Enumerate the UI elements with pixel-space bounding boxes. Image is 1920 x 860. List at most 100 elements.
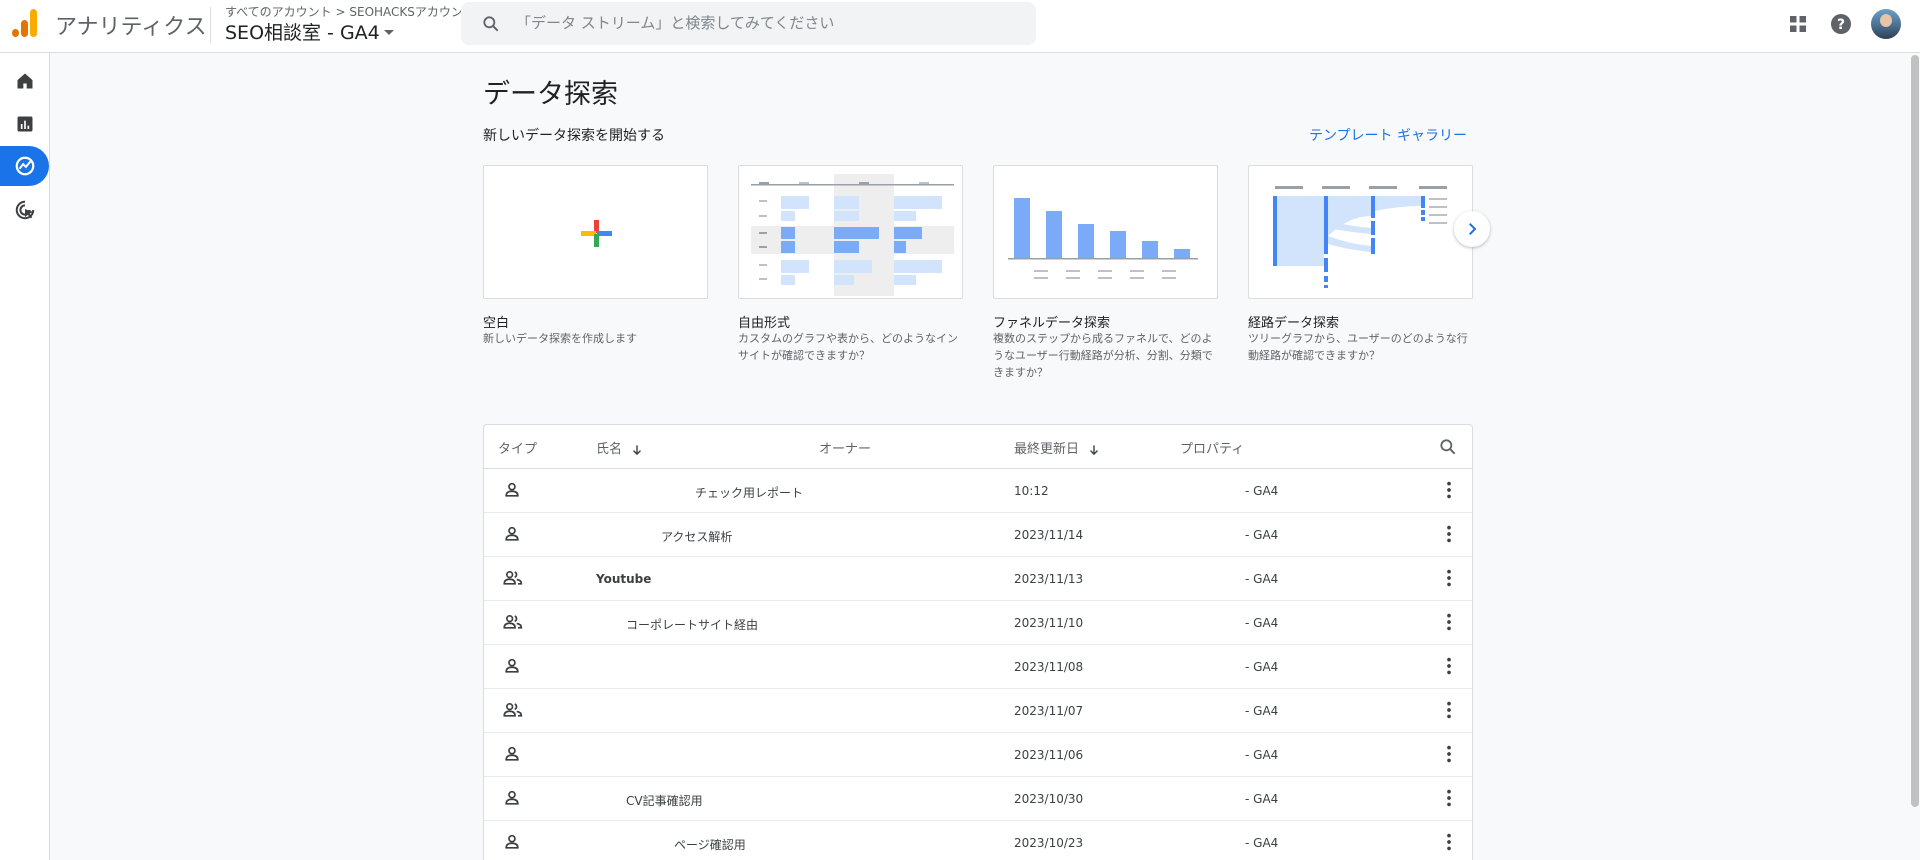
row-name[interactable]: Youtube [596,572,651,586]
col-updated[interactable]: 最終更新日 [1014,438,1101,457]
person-icon [505,790,519,805]
row-property: - GA4 [1245,836,1279,850]
template-title-freeform: 自由形式 [738,316,791,331]
row-property: - GA4 [1245,572,1279,586]
nav-reports[interactable] [0,104,49,144]
divider [210,7,211,43]
more-vert-icon[interactable] [1438,523,1460,545]
person-icon [505,834,519,849]
left-nav [0,53,50,860]
template-desc-path: ツリーグラフから、ユーザーのどのような行動経路が確認できますか？ [1248,332,1468,362]
explore-icon [15,156,34,176]
row-date: 2023/11/08 [1014,660,1084,674]
row-name[interactable]: コーポレートサイト経由 [626,616,758,633]
analytics-logo-icon[interactable] [12,9,38,37]
plus-icon [581,220,612,247]
path-tree-icon [1273,186,1447,288]
row-property: - GA4 [1245,660,1279,674]
more-vert-icon[interactable] [1438,787,1460,809]
template-gallery-link[interactable]: テンプレート ギャラリー [1309,125,1467,145]
col-name[interactable]: 氏名 [596,438,644,457]
table-row[interactable]: Youtube 2023/11/13 - GA4 [484,557,1472,601]
person-icon [505,482,519,497]
template-desc-blank: 新しいデータ探索を作成します [483,332,637,345]
caret-down-icon [383,29,394,35]
person-icon [505,658,519,673]
more-vert-icon[interactable] [1438,743,1460,765]
row-property: - GA4 [1245,704,1279,718]
explorations-table: タイプ 氏名 オーナー 最終更新日 プロパティ チェック用レポート 10:12 … [483,424,1473,860]
row-name[interactable]: ページ確認用 [674,836,746,853]
table-header: タイプ 氏名 オーナー 最終更新日 プロパティ [484,425,1472,469]
page-title: データ探索 [483,79,618,110]
table-search-icon[interactable] [1438,437,1458,457]
more-vert-icon[interactable] [1438,611,1460,633]
row-date: 2023/11/07 [1014,704,1084,718]
more-vert-icon[interactable] [1438,479,1460,501]
user-avatar[interactable] [1871,9,1901,39]
nav-explore[interactable] [0,146,49,186]
person-icon [505,526,519,541]
chevron-right-icon [1469,223,1477,235]
help-icon[interactable]: ? [1829,12,1853,36]
carousel-next-button[interactable] [1454,211,1490,247]
search-icon [483,16,499,32]
row-date: 2023/11/10 [1014,616,1084,630]
more-vert-icon[interactable] [1438,699,1460,721]
property-selector[interactable]: SEO相談室 - GA4 [225,18,394,45]
template-title-path: 経路データ探索 [1248,316,1340,331]
bar-chart-icon [17,116,32,132]
more-vert-icon[interactable] [1438,655,1460,677]
row-name[interactable]: アクセス解析 [661,528,732,545]
start-new-label: 新しいデータ探索を開始する [483,128,665,144]
person-icon [505,746,519,761]
row-property: - GA4 [1245,748,1279,762]
people-icon [503,614,523,629]
template-card-funnel[interactable] [993,165,1218,299]
template-card-blank[interactable] [483,165,708,299]
table-row[interactable]: チェック用レポート 10:12 - GA4 [484,469,1472,513]
table-row[interactable]: 2023/11/07 - GA4 [484,689,1472,733]
table-row[interactable]: 2023/11/06 - GA4 [484,733,1472,777]
template-card-path[interactable] [1248,165,1473,299]
row-date: 2023/10/30 [1014,792,1084,806]
row-property: - GA4 [1245,484,1279,498]
table-row[interactable]: CV記事確認用 2023/10/30 - GA4 [484,777,1472,821]
template-desc-freeform: カスタムのグラフや表から、どのようなインサイトが確認できますか？ [738,332,958,362]
nav-advertising[interactable] [0,190,49,230]
more-vert-icon[interactable] [1438,567,1460,589]
row-date: 2023/10/23 [1014,836,1084,850]
funnel-chart-icon [1008,198,1198,279]
people-icon [503,702,523,717]
table-row[interactable]: 2023/11/08 - GA4 [484,645,1472,689]
property-name: SEO相談室 - GA4 [225,22,380,44]
more-vert-icon[interactable] [1438,831,1460,853]
sort-arrow-down-icon [1090,444,1099,455]
col-type[interactable]: タイプ [498,438,537,457]
sort-arrow-down-icon [633,444,642,455]
row-name[interactable]: チェック用レポート [695,484,803,501]
scrollbar-thumb[interactable] [1911,55,1919,807]
row-name[interactable]: CV記事確認用 [626,792,703,809]
template-card-freeform[interactable] [738,165,963,299]
search-bar[interactable] [461,2,1036,45]
people-icon [503,570,523,585]
search-input[interactable] [516,10,1016,36]
col-property[interactable]: プロパティ [1180,438,1244,457]
template-desc-funnel: 複数のステップから成るファネルで、どのようなユーザー行動経路が分析、分割、分類で… [993,332,1213,379]
template-title-blank: 空白 [483,316,510,331]
home-icon [17,73,32,89]
table-row[interactable]: ページ確認用 2023/10/23 - GA4 [484,821,1472,860]
table-row[interactable]: コーポレートサイト経由 2023/11/10 - GA4 [484,601,1472,645]
nav-home[interactable] [0,61,49,101]
col-owner[interactable]: オーナー [819,438,871,457]
apps-grid-icon[interactable] [1786,12,1810,36]
table-row[interactable]: アクセス解析 2023/11/14 - GA4 [484,513,1472,557]
app-name: アナリティクス [55,15,207,40]
row-date: 2023/11/06 [1014,748,1084,762]
row-date: 2023/11/13 [1014,572,1084,586]
row-property: - GA4 [1245,616,1279,630]
top-bar: アナリティクス すべてのアカウント > SEOHACKSアカウント SEO相談室… [0,0,1920,53]
row-property: - GA4 [1245,792,1279,806]
target-cursor-icon [15,200,34,220]
